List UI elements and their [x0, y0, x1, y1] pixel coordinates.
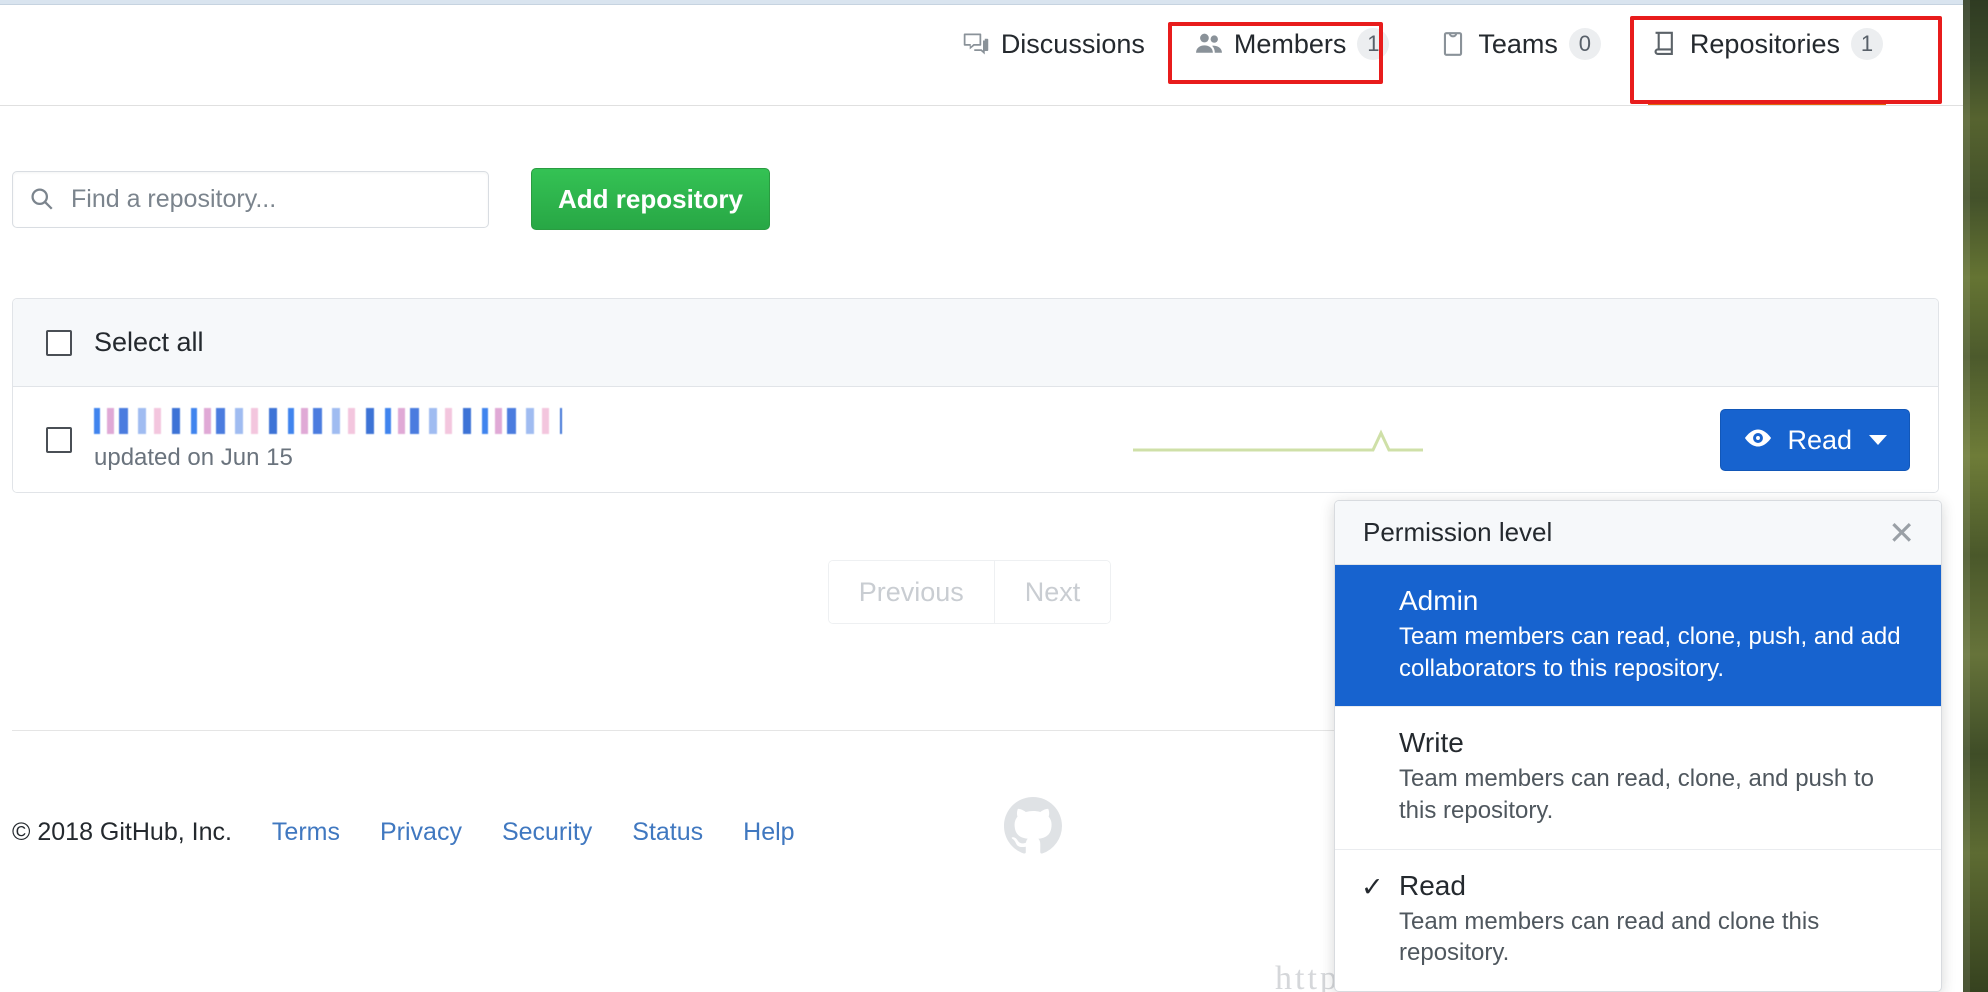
tab-label: Teams [1478, 28, 1558, 59]
people-icon [1195, 30, 1223, 58]
copyright-text: © 2018 GitHub, Inc. [12, 817, 232, 846]
repository-list-header: Select all [13, 299, 1938, 387]
tab-members[interactable]: Members 1 [1170, 5, 1415, 105]
permission-label: Read [1787, 424, 1852, 455]
permission-option-write[interactable]: Write Team members can read, clone, and … [1335, 707, 1941, 850]
previous-page-button[interactable]: Previous [828, 561, 994, 623]
permission-level-dropdown: Permission level ✕ Admin Team members ca… [1334, 500, 1942, 992]
repository-name-redacted[interactable] [94, 407, 562, 434]
pager-group: Previous Next [827, 560, 1112, 624]
desktop-background-strip [1963, 0, 1988, 992]
permission-read-button[interactable]: Read [1720, 409, 1910, 471]
org-nav-bar: Discussions Members 1 Teams 0 Repositori… [0, 5, 1963, 106]
select-all-checkbox[interactable] [46, 329, 72, 356]
browser-viewport: Discussions Members 1 Teams 0 Repositori… [0, 0, 1963, 992]
tab-counter: 1 [1357, 28, 1390, 60]
screenshot-root: Discussions Members 1 Teams 0 Repositori… [0, 0, 1988, 992]
next-page-button[interactable]: Next [993, 561, 1111, 623]
permission-option-description: Team members can read, clone, and push t… [1399, 765, 1874, 825]
org-nav-tabs: Discussions Members 1 Teams 0 Repositori… [937, 5, 1908, 105]
repository-info: updated on Jun 15 [94, 407, 562, 472]
jersey-icon [1439, 30, 1467, 58]
permission-option-read[interactable]: ✓ Read Team members can read and clone t… [1335, 850, 1941, 991]
comment-discussion-icon [962, 30, 990, 58]
repo-icon [1651, 30, 1679, 58]
eye-icon [1743, 425, 1773, 456]
search-icon [29, 186, 55, 212]
footer-links: © 2018 GitHub, Inc. Terms Privacy Securi… [12, 818, 795, 847]
add-repository-button[interactable]: Add repository [531, 168, 770, 230]
footer-link-status[interactable]: Status [632, 818, 703, 847]
row-checkbox[interactable] [46, 426, 72, 453]
footer-link-security[interactable]: Security [502, 818, 592, 847]
commit-activity-sparkline [1133, 424, 1443, 463]
chevron-down-icon [1869, 435, 1887, 445]
repository-list: Select all updated on Jun 15 Read [12, 298, 1939, 493]
github-mark-icon [1004, 797, 1062, 862]
select-all-label: Select all [94, 327, 204, 357]
permission-dropdown-title: Permission level [1363, 517, 1553, 547]
search-repository-box[interactable] [12, 170, 489, 228]
footer-link-terms[interactable]: Terms [272, 818, 340, 847]
tab-label: Discussions [1000, 28, 1145, 59]
permission-option-description: Team members can read, clone, push, and … [1399, 623, 1901, 682]
tab-discussions[interactable]: Discussions [937, 5, 1170, 105]
permission-dropdown-header: Permission level ✕ [1335, 501, 1941, 565]
check-icon: ✓ [1361, 871, 1384, 902]
permission-option-description: Team members can read and clone this rep… [1399, 907, 1820, 967]
footer-link-privacy[interactable]: Privacy [380, 818, 462, 847]
permission-option-name: Read [1399, 869, 1466, 901]
tab-label: Repositories [1689, 28, 1840, 59]
search-input[interactable] [69, 183, 472, 215]
footer-link-help[interactable]: Help [743, 818, 794, 847]
repo-toolbar: Add repository [12, 168, 770, 230]
tab-counter: 0 [1568, 28, 1601, 60]
permission-option-name: Write [1399, 727, 1464, 759]
table-row: updated on Jun 15 Read [13, 387, 1938, 492]
permission-option-name: Admin [1399, 585, 1479, 616]
permission-option-admin[interactable]: Admin Team members can read, clone, push… [1335, 565, 1941, 708]
tab-repositories[interactable]: Repositories 1 [1626, 5, 1908, 105]
tab-label: Members [1233, 28, 1347, 59]
tab-counter: 1 [1851, 28, 1883, 60]
close-icon[interactable]: ✕ [1884, 517, 1919, 549]
tab-teams[interactable]: Teams 0 [1414, 5, 1626, 105]
repository-updated-label: updated on Jun 15 [94, 443, 293, 471]
